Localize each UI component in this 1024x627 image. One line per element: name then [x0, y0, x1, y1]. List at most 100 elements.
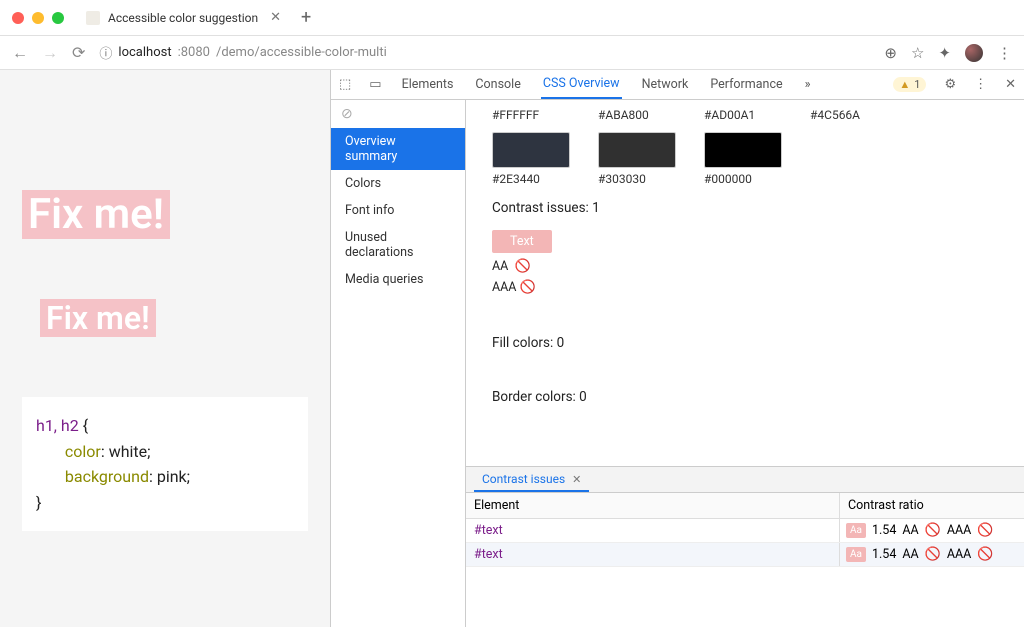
cssoverview-sidebar: ⊘ Overview summary Colors Font info Unus… — [331, 100, 466, 627]
inspect-icon[interactable]: ⬚ — [339, 77, 351, 92]
back-button[interactable]: ← — [12, 43, 28, 63]
cell-element: #text — [466, 519, 839, 542]
color-swatch-row: #2E3440 #303030 #000000 — [466, 122, 1024, 186]
settings-icon[interactable]: ⚙ — [944, 77, 956, 92]
browser-titlebar: Accessible color suggestion ✕ + — [0, 0, 1024, 36]
close-tab-icon[interactable]: ✕ — [270, 10, 281, 25]
site-info-icon[interactable]: ⓘ — [99, 43, 112, 62]
fail-icon: 🚫 — [977, 523, 993, 538]
code-val-bg: : pink; — [149, 467, 190, 486]
sidebar-item-font[interactable]: Font info — [331, 197, 465, 224]
table-header: Element Contrast ratio — [466, 493, 1024, 519]
swatch-label: #303030 — [598, 172, 676, 186]
warning-icon: ▲ — [899, 78, 910, 91]
contrast-text-button[interactable]: Text — [492, 230, 552, 253]
code-brace-close: } — [36, 493, 41, 512]
table-row[interactable]: #text Aa 1.54 AA 🚫 AAA 🚫 — [466, 519, 1024, 543]
fail-icon: 🚫 — [977, 547, 993, 562]
cssoverview-main: #FFFFFF #ABA800 #AD00A1 #4C566A #2E3440 … — [466, 100, 1024, 627]
drawer-tab-label: Contrast issues — [482, 472, 565, 486]
aa-sample-badge: Aa — [846, 547, 866, 562]
device-toolbar-icon[interactable]: ▭ — [369, 77, 381, 92]
close-devtools-icon[interactable]: ✕ — [1005, 77, 1016, 92]
close-drawer-tab-icon[interactable]: ✕ — [572, 473, 581, 486]
warning-count: 1 — [914, 78, 920, 91]
color-swatch[interactable]: #2E3440 — [492, 132, 570, 186]
zoom-icon[interactable]: ⊕ — [884, 44, 897, 62]
tab-elements[interactable]: Elements — [400, 71, 456, 98]
aaa-label: AAA — [947, 523, 971, 538]
contrast-issues-heading: Contrast issues: 1 — [466, 186, 1024, 220]
browser-tab[interactable]: Accessible color suggestion ✕ — [76, 4, 291, 31]
color-swatch[interactable]: #303030 — [598, 132, 676, 186]
aa-label: AA — [902, 547, 918, 562]
clear-icon[interactable]: ⊘ — [331, 100, 465, 128]
fail-icon: 🚫 — [925, 523, 941, 538]
fail-icon: 🚫 — [520, 280, 536, 295]
tab-network[interactable]: Network — [640, 71, 691, 98]
code-prop-color: color — [65, 442, 101, 461]
reload-button[interactable]: ⟳ — [72, 43, 85, 62]
swatch-label: #AD00A1 — [704, 108, 782, 122]
color-swatch[interactable]: #000000 — [704, 132, 782, 186]
swatch-label: #FFFFFF — [492, 108, 570, 122]
page-h2: Fix me! — [40, 299, 156, 337]
browser-menu-icon[interactable]: ⋮ — [997, 44, 1012, 62]
window-controls — [12, 12, 64, 24]
col-element-header[interactable]: Element — [466, 493, 839, 518]
drawer-tab-contrast[interactable]: Contrast issues ✕ — [474, 468, 589, 492]
address-bar[interactable]: ⓘ localhost:8080/demo/accessible-color-m… — [99, 43, 870, 62]
code-brace-open: { — [79, 416, 88, 435]
new-tab-button[interactable]: + — [301, 7, 311, 28]
swatch-label: #000000 — [704, 172, 782, 186]
border-colors-heading: Border colors: 0 — [466, 375, 1024, 409]
swatch-label: #4C566A — [810, 108, 888, 122]
tab-more[interactable]: » — [803, 71, 813, 98]
ratio-value: 1.54 — [872, 523, 896, 538]
minimize-window-button[interactable] — [32, 12, 44, 24]
bookmark-icon[interactable]: ☆ — [911, 44, 924, 62]
aa-label: AA — [492, 259, 508, 274]
fail-icon: 🚫 — [925, 547, 941, 562]
code-val-color: : white; — [101, 442, 151, 461]
aa-label: AA — [902, 523, 918, 538]
url-path: /demo/accessible-color-multi — [216, 45, 387, 60]
devtools-menu-icon[interactable]: ⋮ — [974, 77, 987, 92]
warnings-badge[interactable]: ▲1 — [893, 77, 926, 92]
aa-sample-badge: Aa — [846, 523, 866, 538]
ratio-value: 1.54 — [872, 547, 896, 562]
browser-toolbar: ← → ⟳ ⓘ localhost:8080/demo/accessible-c… — [0, 36, 1024, 70]
col-ratio-header[interactable]: Contrast ratio — [839, 493, 1024, 518]
profile-avatar[interactable] — [965, 44, 983, 62]
tab-performance[interactable]: Performance — [708, 71, 784, 98]
maximize-window-button[interactable] — [52, 12, 64, 24]
drawer-tabbar: Contrast issues ✕ — [466, 467, 1024, 493]
tab-console[interactable]: Console — [473, 71, 522, 98]
extensions-icon[interactable]: ✦ — [938, 44, 951, 62]
devtools-tabbar: ⬚ ▭ Elements Console CSS Overview Networ… — [331, 70, 1024, 100]
swatch-label: #ABA800 — [598, 108, 676, 122]
aaa-label: AAA — [947, 547, 971, 562]
aaa-label: AAA — [492, 280, 516, 295]
code-snippet: h1, h2 { color: white; background: pink;… — [22, 397, 308, 531]
swatch-label: #2E3440 — [492, 172, 570, 186]
contrast-issue-item[interactable]: Text AA 🚫 AAA 🚫 — [492, 230, 1024, 295]
table-row[interactable]: #text Aa 1.54 AA 🚫 AAA 🚫 — [466, 543, 1024, 567]
tab-css-overview[interactable]: CSS Overview — [541, 70, 622, 99]
sidebar-item-unused[interactable]: Unused declarations — [331, 224, 465, 266]
contrast-drawer: Contrast issues ✕ Element Contrast ratio… — [466, 466, 1024, 627]
content-area: Fix me! Fix me! h1, h2 { color: white; b… — [0, 70, 1024, 627]
toolbar-right: ⊕ ☆ ✦ ⋮ — [884, 44, 1012, 62]
cell-ratio: Aa 1.54 AA 🚫 AAA 🚫 — [839, 543, 1024, 566]
forward-button[interactable]: → — [42, 43, 58, 63]
sidebar-item-media[interactable]: Media queries — [331, 266, 465, 293]
devtools-body: ⊘ Overview summary Colors Font info Unus… — [331, 100, 1024, 627]
sidebar-item-colors[interactable]: Colors — [331, 170, 465, 197]
contrast-table: Element Contrast ratio #text Aa 1.54 AA … — [466, 493, 1024, 627]
cell-element: #text — [466, 543, 839, 566]
devtools-panel: ⬚ ▭ Elements Console CSS Overview Networ… — [330, 70, 1024, 627]
close-window-button[interactable] — [12, 12, 24, 24]
sidebar-item-overview[interactable]: Overview summary — [331, 128, 465, 170]
url-port: :8080 — [178, 45, 210, 60]
color-swatch-row-labels: #FFFFFF #ABA800 #AD00A1 #4C566A — [466, 100, 1024, 122]
